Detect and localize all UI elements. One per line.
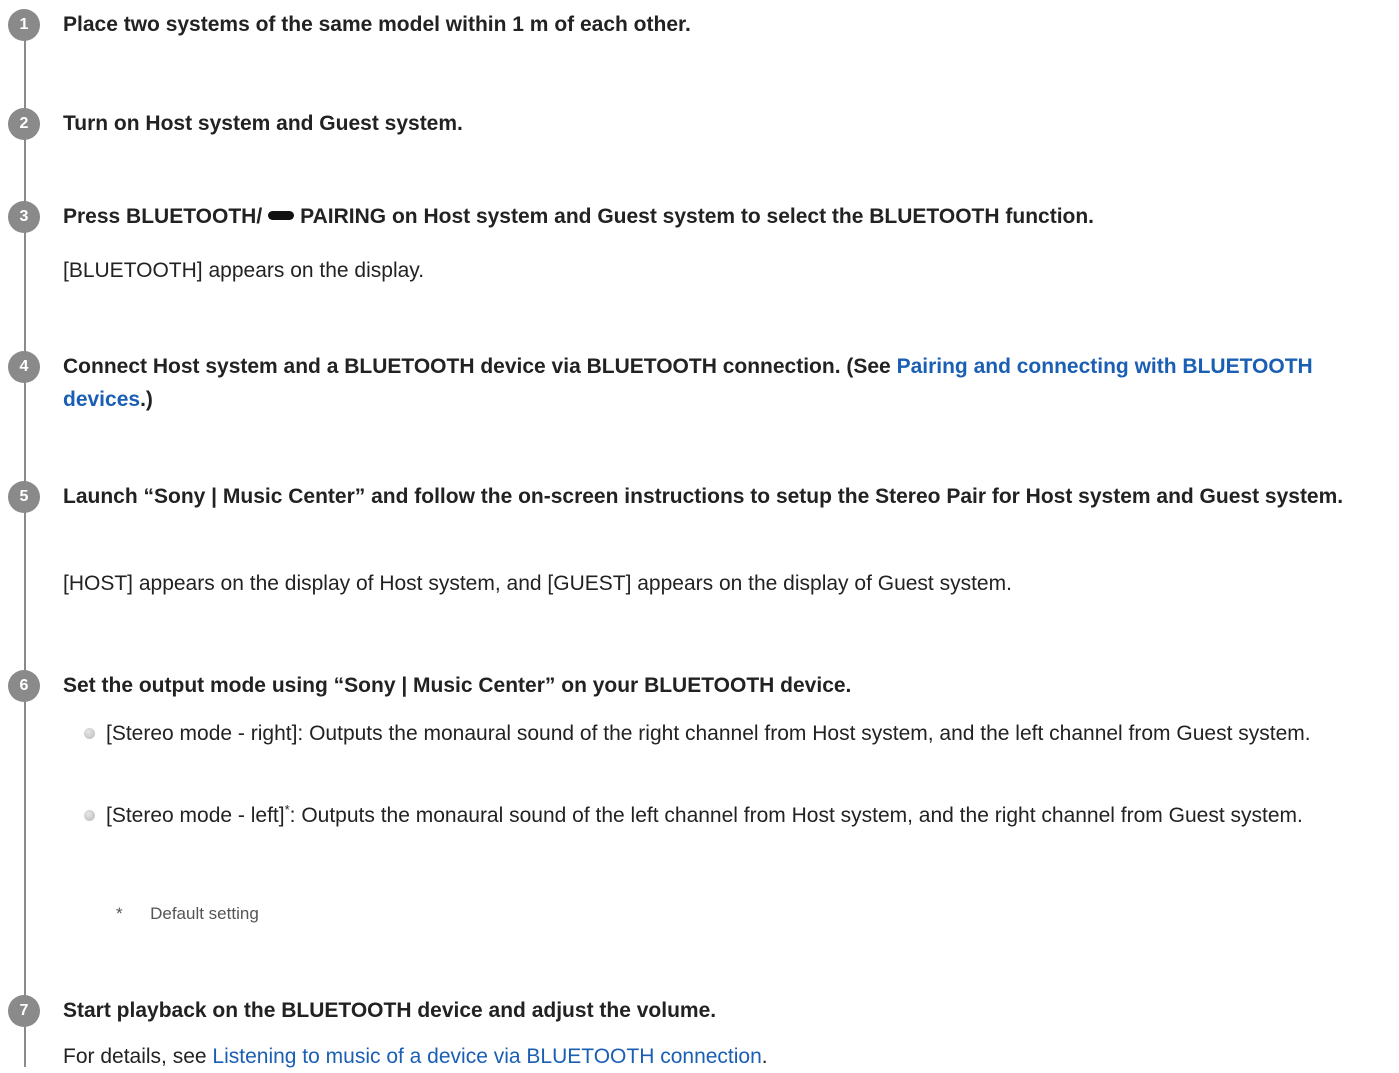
step-heading: Set the output mode using “Sony | Music … — [63, 674, 852, 697]
step-heading-text: Press BLUETOOTH/ — [63, 205, 263, 228]
step-heading: Place two systems of the same model with… — [63, 13, 691, 36]
step-body: For details, see Listening to music of a… — [63, 1040, 1383, 1073]
step-number-badge: 4 — [8, 351, 40, 383]
bullet-dot-icon — [84, 728, 95, 739]
list-item: [Stereo mode - left]*: Outputs the monau… — [106, 799, 1381, 832]
step-body: [BLUETOOTH] appears on the display. — [63, 259, 425, 282]
step-number-badge: 6 — [8, 670, 40, 702]
mode-description: : Outputs the monaural sound of the righ… — [297, 722, 1311, 745]
step-number-badge: 2 — [8, 108, 40, 140]
step-heading: Launch “Sony | Music Center” and follow … — [63, 485, 1344, 508]
step-body-text: . — [761, 1045, 768, 1068]
list-item: [Stereo mode - right]: Outputs the monau… — [106, 717, 1381, 750]
step-heading-text: Connect Host system and a BLUETOOTH devi… — [63, 355, 897, 378]
mode-label: [Stereo mode - left] — [106, 804, 285, 827]
step-heading-text: PAIRING on Host system and Guest system … — [300, 205, 1095, 228]
steps-timeline — [24, 20, 26, 1067]
pairing-pill-icon — [268, 211, 295, 221]
footnote: * Default setting — [116, 902, 259, 926]
step-heading: Connect Host system and a BLUETOOTH devi… — [63, 350, 1393, 416]
mode-description: : Outputs the monaural sound of the left… — [289, 804, 1303, 827]
step-heading: Turn on Host system and Guest system. — [63, 112, 463, 135]
step-heading: Start playback on the BLUETOOTH device a… — [63, 999, 717, 1022]
footnote-text: Default setting — [150, 904, 259, 923]
mode-label: [Stereo mode - right] — [106, 722, 298, 745]
step-number-badge: 7 — [8, 995, 40, 1027]
step-number-badge: 1 — [8, 9, 40, 41]
bullet-dot-icon — [84, 810, 95, 821]
step-heading: Press BLUETOOTH/PAIRING on Host system a… — [63, 200, 1393, 233]
step-body-text: For details, see — [63, 1045, 213, 1068]
step-body: [HOST] appears on the display of Host sy… — [63, 572, 1012, 595]
step-number-badge: 3 — [8, 201, 40, 233]
step-heading-text: .) — [140, 388, 153, 411]
footnote-mark: * — [116, 904, 123, 923]
listening-guide-link[interactable]: Listening to music of a device via BLUET… — [212, 1045, 761, 1068]
step-number-badge: 5 — [8, 481, 40, 513]
